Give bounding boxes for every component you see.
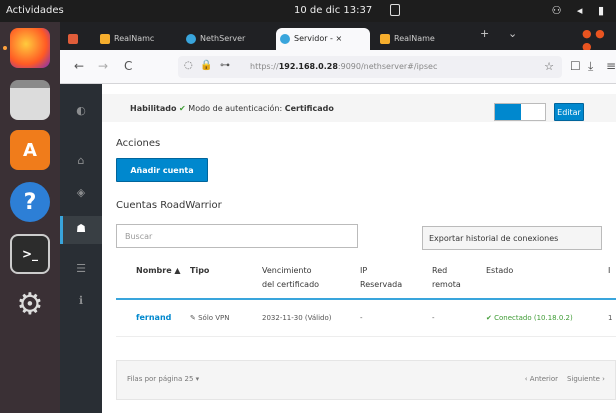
account-type: ✎ Sólo VPN	[190, 314, 230, 322]
key-icon[interactable]: ⊶	[220, 60, 230, 71]
col-remote-header-1: Red	[432, 266, 448, 275]
account-remote: -	[432, 314, 435, 322]
address-bar[interactable]: ◌ 🔒 ⊶ https://192.168.0.28:9090/nethserv…	[178, 56, 562, 78]
add-account-button[interactable]: Añadir cuenta	[116, 158, 208, 182]
previous-page-button[interactable]: ‹ Anterior	[525, 375, 558, 383]
shield-icon[interactable]: ◌	[184, 60, 193, 71]
cockpit-app: ◐ ⌂ ◈ ☗ ☰ ℹ Habilitado ✔ Modo de autenti…	[60, 84, 616, 413]
browser-nav-bar: ← → C ◌ 🔒 ⊶ https://192.168.0.28:9090/ne…	[60, 50, 616, 84]
bookmark-star-icon[interactable]: ☆	[544, 60, 554, 73]
tab-favicon	[100, 34, 110, 44]
settings-icon[interactable]: ⚙	[10, 284, 50, 324]
col-ip-header-1: IP	[360, 266, 368, 275]
check-icon: ✔	[179, 104, 186, 113]
tab-list-button[interactable]: ⌄	[508, 27, 517, 40]
pocket-icon[interactable]: ☐	[570, 59, 581, 73]
table-header-underline	[116, 298, 616, 300]
dock: A ? >_ ⚙	[0, 22, 60, 413]
activities-button[interactable]: Actividades	[6, 5, 64, 16]
roadwarrior-heading: Cuentas RoadWarrior	[116, 200, 222, 211]
enabled-label: Habilitado	[130, 104, 177, 113]
help-icon[interactable]: ?	[10, 182, 50, 222]
tab-favicon	[186, 34, 196, 44]
menu-icon[interactable]: ≡	[606, 59, 616, 73]
reload-button[interactable]: C	[124, 59, 132, 73]
pinned-tab[interactable]	[64, 28, 90, 50]
tab-label: RealName	[394, 34, 435, 43]
back-button[interactable]: ←	[74, 59, 84, 73]
terminal-icon[interactable]: >_	[10, 234, 50, 274]
account-extra: 1	[608, 314, 613, 322]
rows-per-page: Filas por página 25 ▾	[127, 375, 199, 383]
shield-nav-icon[interactable]: ◈	[74, 186, 88, 200]
list-icon[interactable]: ☰	[74, 262, 88, 276]
search-input[interactable]: Buscar	[116, 224, 358, 248]
col-expiry-header-1: Vencimiento	[262, 266, 312, 275]
dashboard-icon[interactable]: ◐	[74, 104, 88, 118]
next-page-button[interactable]: Siguiente ›	[567, 375, 605, 383]
pagination-bar: Filas por página 25 ▾ ‹ Anterior Siguien…	[116, 360, 616, 400]
auth-mode-bar: Habilitado ✔ Modo de autenticación: Cert…	[102, 94, 616, 122]
rows-per-page-label: Filas por página	[127, 375, 183, 383]
tab-servidor[interactable]: Servidor - ×	[276, 28, 370, 50]
tab-label: RealNamc	[114, 34, 155, 43]
col-ip-header-2: Reservada	[360, 280, 403, 289]
col-state-header: Estado	[486, 266, 514, 275]
enable-toggle[interactable]	[494, 103, 546, 121]
col-expiry-header-2: del certificado	[262, 280, 320, 289]
export-history-button[interactable]: Exportar historial de conexiones	[422, 226, 602, 250]
app-side-nav: ◐ ⌂ ◈ ☗ ☰ ℹ	[60, 84, 102, 413]
tab-favicon	[380, 34, 390, 44]
users-icon[interactable]: ☗	[74, 222, 88, 236]
account-name-link[interactable]: fernand	[136, 313, 171, 322]
auth-mode-label: Modo de autenticación:	[188, 104, 283, 113]
notification-icon	[390, 4, 400, 16]
tab-nethserver[interactable]: NethServer	[182, 28, 272, 50]
software-icon[interactable]: A	[10, 130, 50, 170]
tab-favicon	[280, 34, 290, 44]
forward-button[interactable]: →	[98, 59, 108, 73]
tab-label: Servidor - ×	[294, 34, 343, 43]
tab-label: NethServer	[200, 34, 246, 43]
system-status-icons[interactable]: ⚇ ◂ ▮	[552, 4, 610, 17]
main-content: Habilitado ✔ Modo de autenticación: Cert…	[102, 84, 616, 413]
url-host: 192.168.0.28	[278, 62, 338, 71]
firefox-icon[interactable]	[10, 28, 50, 68]
row-divider	[116, 336, 616, 337]
lock-warning-icon[interactable]: 🔒	[200, 60, 212, 71]
col-remote-header-2: remota	[432, 280, 461, 289]
dock-active-indicator	[3, 46, 7, 50]
browser-tab-bar: RealNamc NethServer Servidor - × RealNam…	[60, 22, 616, 53]
url-prefix: https://	[250, 62, 279, 71]
url-path: :9090/nethserver#/ipsec	[337, 62, 438, 71]
account-state: ✔ Conectado (10.18.0.2)	[486, 314, 573, 322]
system-top-bar: Actividades 10 de dic 13:37 ⚇ ◂ ▮	[0, 0, 616, 22]
actions-heading: Acciones	[116, 138, 161, 149]
account-ip: -	[360, 314, 363, 322]
tab-favicon	[68, 34, 78, 44]
tab-realname-1[interactable]: RealNamc	[96, 28, 178, 50]
auth-mode-value: Certificado	[284, 104, 334, 113]
toggle-on-part	[495, 104, 521, 120]
col-type-header: Tipo	[190, 266, 210, 275]
col-extra-header: I	[608, 266, 611, 275]
col-name-header[interactable]: Nombre ▲	[136, 264, 181, 278]
clock[interactable]: 10 de dic 13:37	[294, 5, 372, 16]
download-icon[interactable]: ⤓	[588, 59, 593, 74]
account-expiry: 2032-11-30 (Válido)	[262, 314, 332, 322]
new-tab-button[interactable]: +	[480, 27, 489, 40]
edit-button[interactable]: Editar	[554, 103, 584, 121]
files-icon[interactable]	[10, 80, 50, 120]
rows-per-page-select[interactable]: 25 ▾	[184, 375, 199, 383]
info-icon[interactable]: ℹ	[74, 294, 88, 308]
home-icon[interactable]: ⌂	[74, 154, 88, 168]
tab-realname-2[interactable]: RealName	[376, 28, 466, 50]
page-nav: ‹ Anterior Siguiente ›	[525, 375, 605, 383]
